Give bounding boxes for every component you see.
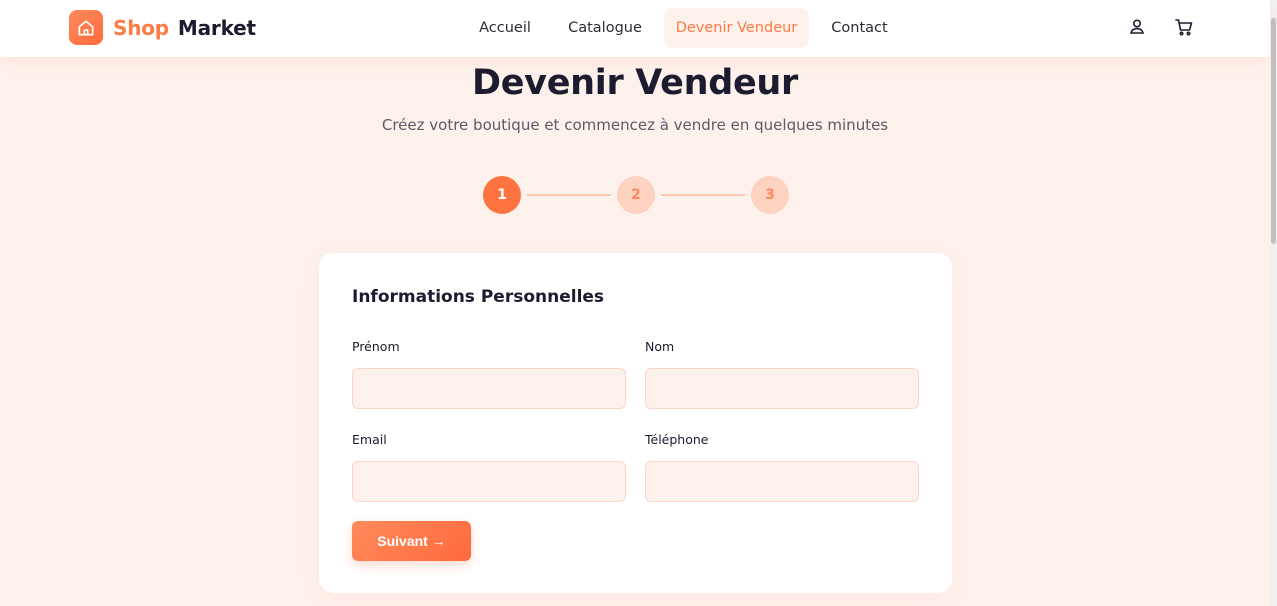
nav-item-accueil[interactable]: Accueil (472, 8, 538, 48)
nom-label: Nom (645, 339, 675, 354)
personal-info-card: Informations Personnelles Prénom Nom Ema… (319, 253, 952, 593)
step-connector (527, 194, 611, 196)
page-subtitle: Créez votre boutique et commencez à vend… (381, 116, 889, 134)
cart-icon[interactable] (1174, 17, 1194, 37)
step-1: 1 (483, 176, 521, 214)
page-scrollbar[interactable] (1270, 0, 1277, 606)
nom-field[interactable] (645, 368, 919, 409)
step-connector (661, 194, 745, 196)
step-3: 3 (751, 176, 789, 214)
email-field[interactable] (352, 461, 626, 502)
prenom-field[interactable] (352, 368, 626, 409)
page-title: Devenir Vendeur (471, 63, 798, 103)
telephone-label: Téléphone (645, 432, 709, 447)
brand-name-shop: Shop (113, 15, 169, 40)
next-button[interactable]: Suivant → (352, 521, 471, 561)
prenom-label: Prénom (352, 339, 400, 354)
form-title: Informations Personnelles (352, 287, 605, 307)
nav-item-devenir-vendeur[interactable]: Devenir Vendeur (664, 8, 809, 48)
scrollbar-thumb[interactable] (1271, 18, 1276, 244)
nav-item-contact[interactable]: Contact (824, 8, 895, 48)
home-icon (69, 10, 103, 45)
user-icon[interactable] (1127, 17, 1147, 37)
email-label: Email (352, 432, 387, 447)
site-header: Shop Market Accueil Catalogue Devenir Ve… (0, 0, 1270, 57)
nav-item-catalogue[interactable]: Catalogue (560, 8, 650, 48)
brand-name-market: Market (177, 15, 256, 40)
step-2: 2 (617, 176, 655, 214)
brand-logo[interactable]: Shop Market (69, 10, 256, 45)
telephone-field[interactable] (645, 461, 919, 502)
